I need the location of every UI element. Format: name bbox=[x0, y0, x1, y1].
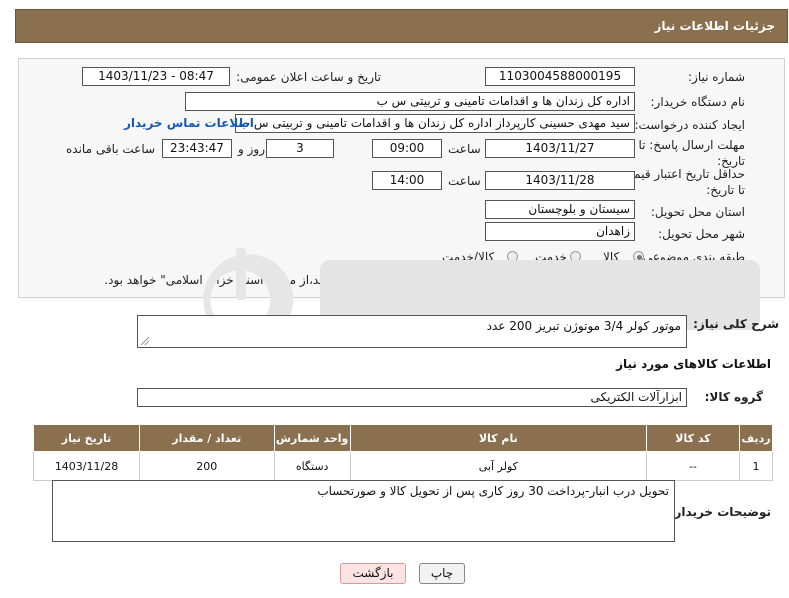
cell-date: 1403/11/28 bbox=[32, 451, 141, 481]
need-number-field: 1103004588000195 bbox=[485, 67, 635, 86]
treasury-payment-note: پرداخت تمام یا بخشی از مبلغ خرید،از محل … bbox=[104, 273, 487, 287]
col-code: کد کالا bbox=[645, 424, 741, 452]
need-number-label: شماره نیاز: bbox=[688, 70, 745, 84]
buyer-org-field: اداره کل زندان ها و اقدامات تامینی و ترب… bbox=[185, 92, 635, 111]
goods-group-label: گروه کالا: bbox=[704, 390, 763, 404]
category-radio-service[interactable] bbox=[570, 251, 581, 262]
col-unit: واحد شمارش bbox=[273, 424, 351, 452]
reply-time-label: ساعت bbox=[448, 142, 481, 156]
description-text: موتور کولر 3/4 موتوژن تبریز 200 عدد bbox=[486, 319, 681, 333]
city-field: زاهدان bbox=[485, 222, 635, 241]
col-name: نام کالا bbox=[349, 424, 647, 452]
province-label: استان محل تحویل: bbox=[650, 205, 745, 219]
category-radio-goods-service[interactable] bbox=[507, 251, 518, 262]
reply-deadline-label: مهلت ارسال پاسخ: تا تاریخ: bbox=[638, 138, 745, 168]
goods-group-field: ابزارآلات الکتریکی bbox=[137, 388, 687, 407]
page-title: جزئیات اطلاعات نیاز bbox=[654, 19, 775, 33]
validity-time-label: ساعت bbox=[448, 174, 481, 188]
cell-qty: 200 bbox=[139, 451, 275, 481]
process-radio-minor[interactable] bbox=[659, 276, 670, 287]
back-button[interactable]: بازگشت bbox=[340, 563, 406, 584]
days-label: روز و bbox=[238, 142, 265, 156]
buyer-notes-textarea[interactable]: تحویل درب انبار-پرداخت 30 روز کاری پس از… bbox=[52, 480, 675, 542]
category-option-service: خدمت bbox=[535, 250, 567, 264]
treasury-payment-checkbox[interactable] bbox=[496, 273, 507, 284]
city-label: شهر محل تحویل: bbox=[658, 227, 745, 241]
creator-field: سید مهدی حسینی کارپرداز اداره کل زندان ه… bbox=[235, 114, 635, 133]
category-radio-goods[interactable] bbox=[633, 251, 644, 262]
creator-label: ایجاد کننده درخواست: bbox=[634, 118, 745, 132]
print-button[interactable]: چاپ bbox=[419, 563, 465, 584]
validity-date-field: 1403/11/28 bbox=[485, 171, 635, 190]
category-label: طبقه بندی موضوعی: bbox=[638, 250, 745, 264]
remaining-days-field: 3 bbox=[266, 139, 334, 158]
buyer-org-label: نام دستگاه خریدار: bbox=[650, 95, 746, 109]
table-row: 1 -- کولر آبی دستگاه 200 1403/11/28 bbox=[32, 451, 773, 481]
col-date: تاریخ نیاز bbox=[32, 424, 141, 452]
buyer-notes-label: توضیحات خریدار: bbox=[669, 505, 771, 519]
goods-table-header: ردیف کد کالا نام کالا واحد شمارش تعداد /… bbox=[32, 424, 773, 452]
description-textarea[interactable]: موتور کولر 3/4 موتوژن تبریز 200 عدد bbox=[137, 315, 687, 348]
resize-grip-icon[interactable] bbox=[141, 337, 149, 345]
process-option-minor: جزیی bbox=[624, 275, 652, 289]
goods-section-title: اطلاعات کالاهای مورد نیاز bbox=[616, 357, 771, 371]
cell-row: 1 bbox=[739, 451, 773, 481]
validity-time-field: 14:00 bbox=[372, 171, 442, 190]
buyer-contact-link[interactable]: اطلاعات تماس خریدار bbox=[124, 116, 254, 130]
reply-date-field: 1403/11/27 bbox=[485, 139, 635, 158]
page-header: جزئیات اطلاعات نیاز bbox=[15, 9, 788, 43]
cell-code: -- bbox=[645, 451, 741, 481]
process-option-medium: متوسط bbox=[547, 275, 585, 289]
process-radio-medium[interactable] bbox=[592, 276, 603, 287]
province-field: سیستان و بلوچستان bbox=[485, 200, 635, 219]
category-option-goods-service: کالا/خدمت bbox=[442, 250, 495, 264]
announce-datetime-label: تاریخ و ساعت اعلان عمومی: bbox=[236, 70, 381, 84]
remaining-time-label: ساعت باقی مانده bbox=[66, 142, 156, 156]
cell-name: کولر آبی bbox=[349, 451, 647, 481]
goods-table: ردیف کد کالا نام کالا واحد شمارش تعداد /… bbox=[32, 424, 773, 481]
buyer-notes-text: تحویل درب انبار-پرداخت 30 روز کاری پس از… bbox=[317, 484, 669, 498]
col-qty: تعداد / مقدار bbox=[139, 424, 275, 452]
reply-time-field: 09:00 bbox=[372, 139, 442, 158]
col-row: ردیف bbox=[739, 424, 773, 452]
cell-unit: دستگاه bbox=[273, 451, 351, 481]
announce-datetime-field: 1403/11/23 - 08:47 bbox=[82, 67, 230, 86]
remaining-time-field: 23:43:47 bbox=[162, 139, 232, 158]
process-type-label: نوع فرآیند خرید : bbox=[660, 275, 745, 289]
category-option-goods: کالا bbox=[603, 250, 620, 264]
description-label: شرح کلی نیاز: bbox=[693, 317, 779, 331]
